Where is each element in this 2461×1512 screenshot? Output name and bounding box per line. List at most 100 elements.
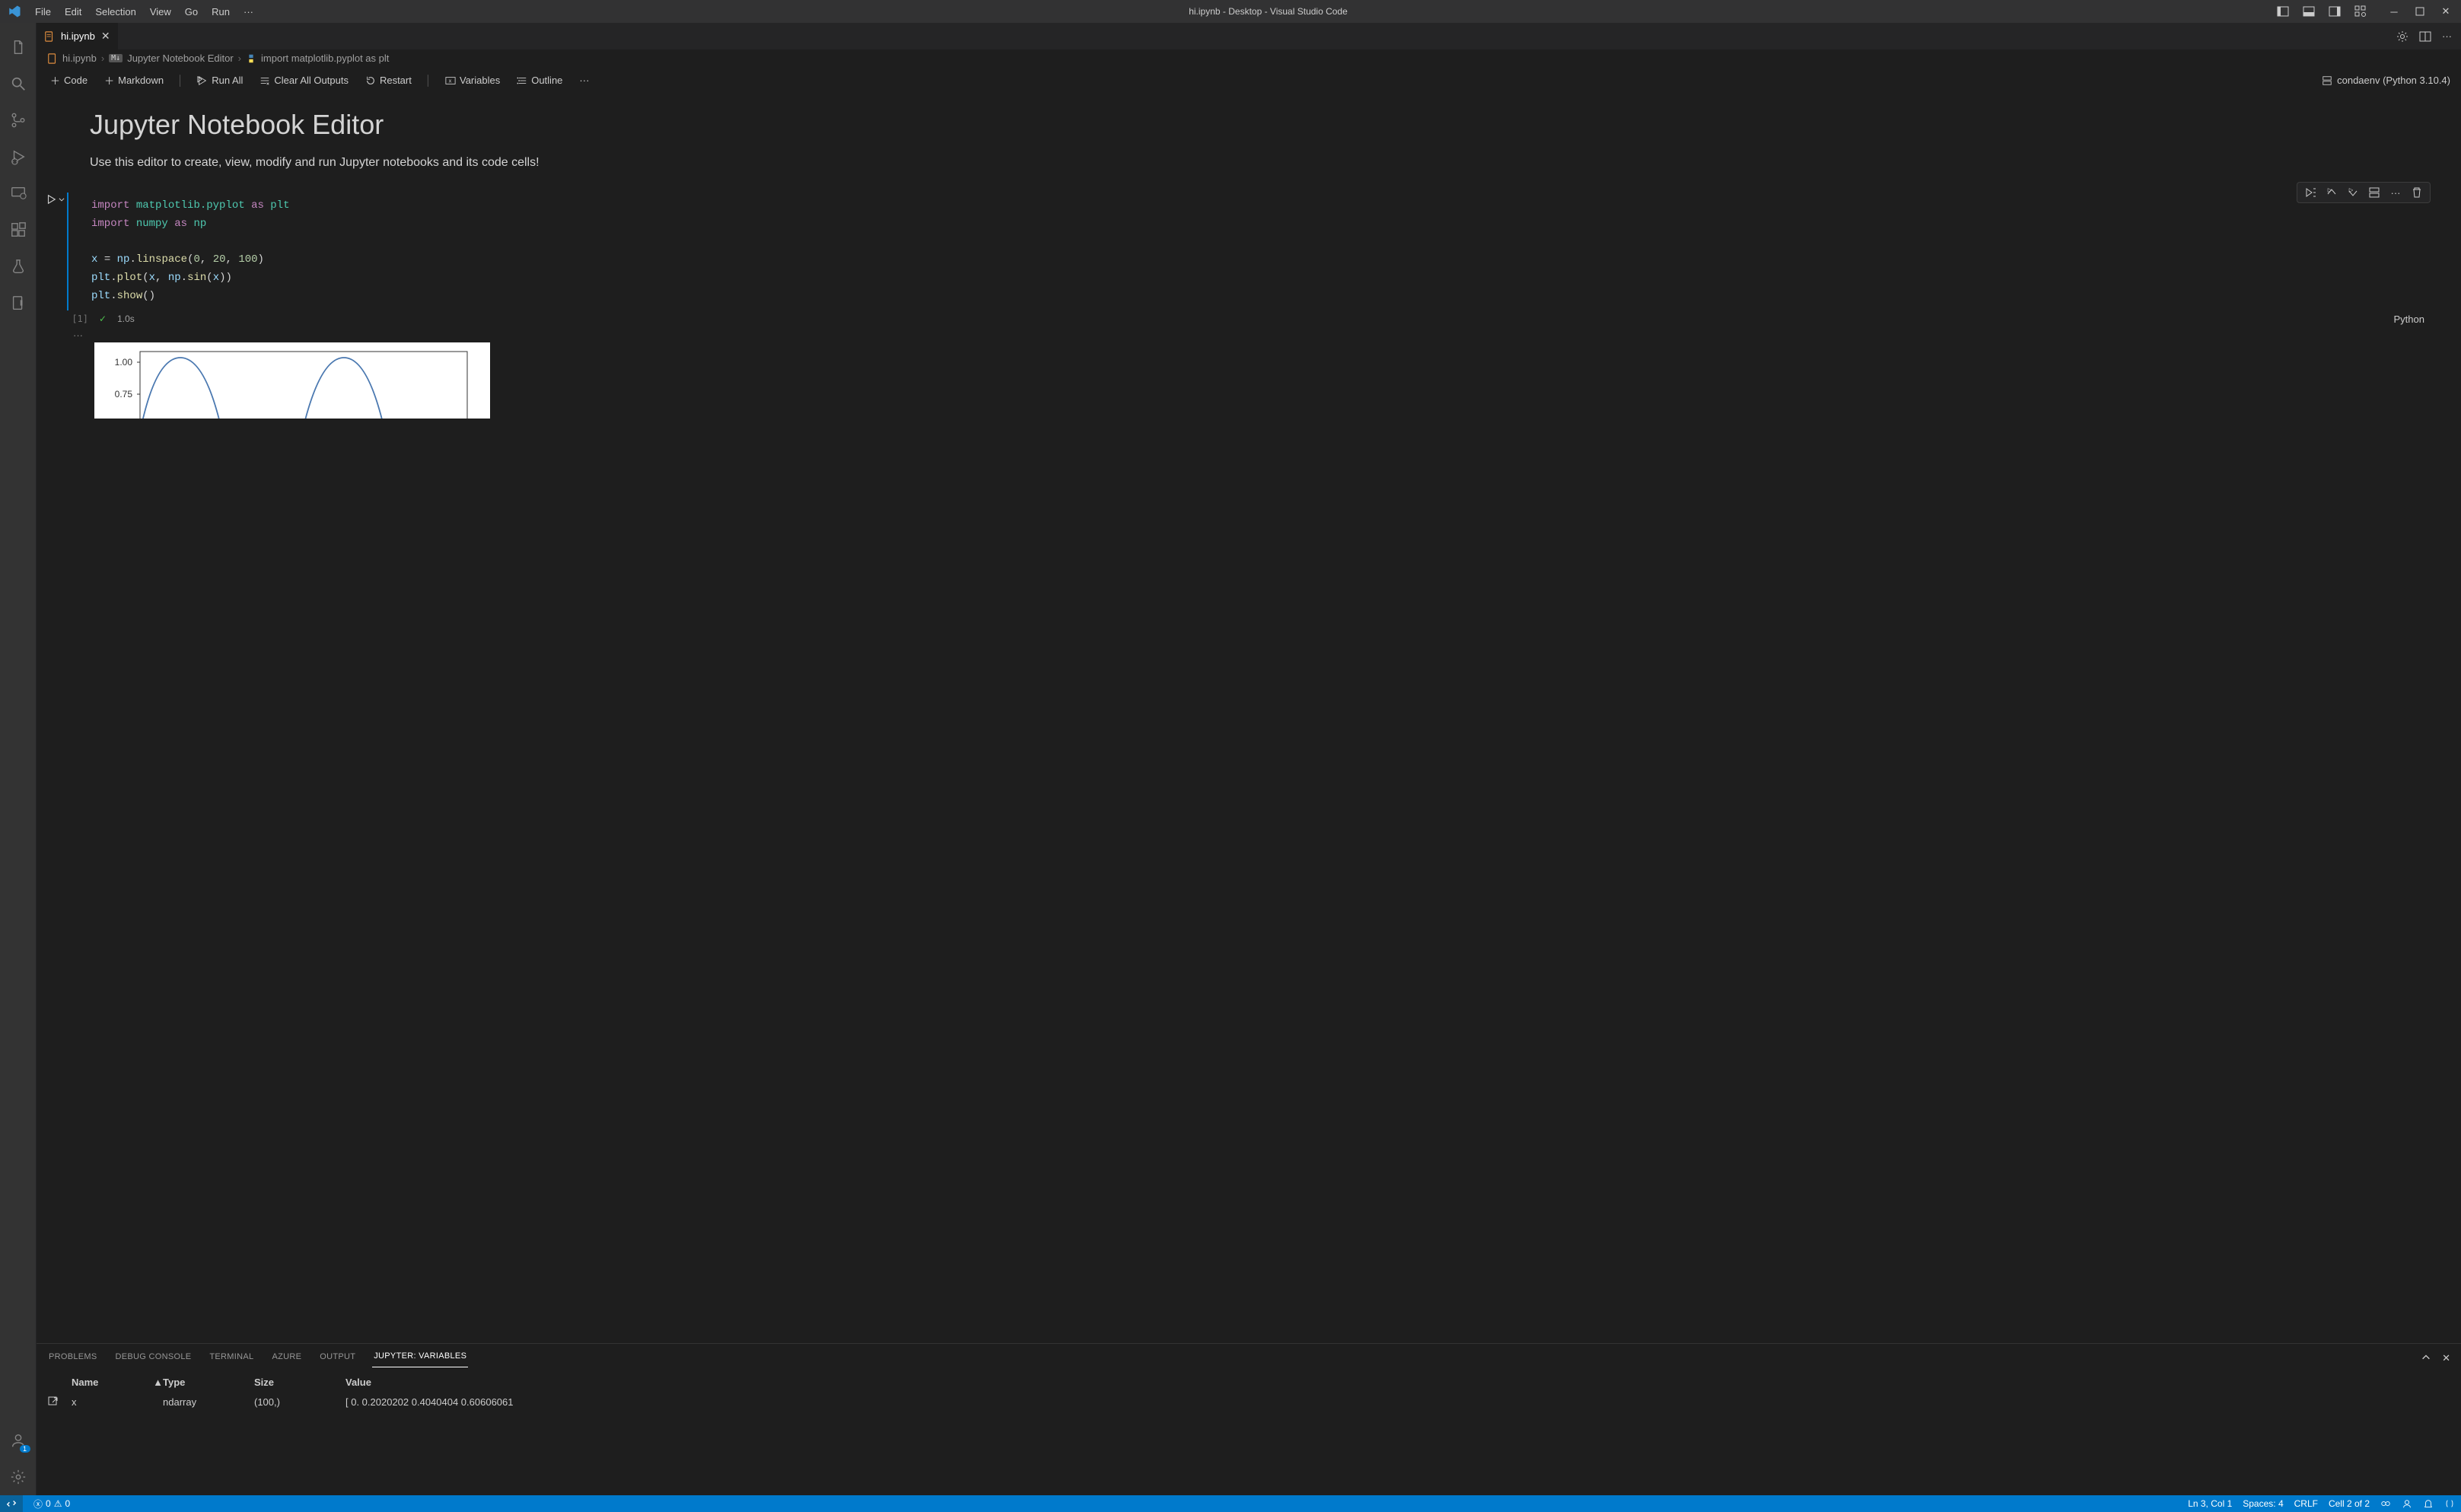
panel-tab-problems[interactable]: PROBLEMS <box>47 1349 99 1367</box>
execute-above-icon[interactable] <box>2325 186 2338 199</box>
jupyter-icon[interactable] <box>0 285 37 321</box>
split-cell-icon[interactable] <box>2367 186 2381 199</box>
chevron-down-icon[interactable] <box>58 196 65 203</box>
notifications-bell-icon[interactable] <box>2423 1498 2434 1509</box>
run-debug-icon[interactable] <box>0 138 37 175</box>
var-type: ndarray <box>163 1396 254 1408</box>
layout-sidebar-right-icon[interactable] <box>2329 5 2341 18</box>
cell-run-button[interactable] <box>46 194 65 205</box>
breadcrumb[interactable]: hi.ipynb › M↓ Jupyter Notebook Editor › … <box>37 49 2461 67</box>
add-code-cell-button[interactable]: ＋ Code <box>47 72 91 89</box>
vscode-logo-icon <box>6 3 23 20</box>
menu-view[interactable]: View <box>144 3 177 21</box>
cell-toolbar: ··· <box>2297 182 2431 203</box>
column-size[interactable]: Size <box>254 1377 345 1388</box>
panel-maximize-icon[interactable] <box>2421 1352 2431 1364</box>
search-icon[interactable] <box>0 65 37 102</box>
add-markdown-cell-button[interactable]: ＋ Markdown <box>101 72 167 89</box>
run-all-icon <box>197 75 208 86</box>
execute-below-icon[interactable] <box>2346 186 2360 199</box>
cell-more-icon[interactable]: ··· <box>2389 186 2402 199</box>
panel-tab-jupyter-variables[interactable]: JUPYTER: VARIABLES <box>372 1348 468 1367</box>
menu-selection[interactable]: Selection <box>89 3 142 21</box>
window-close-icon[interactable]: ✕ <box>2440 5 2452 18</box>
layout-sidebar-left-icon[interactable] <box>2277 5 2289 18</box>
panel-tab-azure[interactable]: AZURE <box>270 1349 303 1367</box>
code-editor[interactable]: import matplotlib.pyplot as plt import n… <box>67 193 2431 310</box>
testing-icon[interactable] <box>0 248 37 285</box>
column-name[interactable]: Name ▲ <box>72 1377 163 1388</box>
settings-gear-icon[interactable] <box>0 1459 37 1495</box>
restart-kernel-button[interactable]: Restart <box>362 73 415 88</box>
table-row[interactable]: x ndarray (100,) [ 0. 0.2020202 0.404040… <box>47 1393 2450 1411</box>
cell-language[interactable]: Python <box>2394 314 2424 325</box>
run-all-button[interactable]: Run All <box>194 73 246 88</box>
extensions-icon[interactable] <box>0 212 37 248</box>
output-menu-icon[interactable]: ··· <box>67 328 2431 342</box>
variables-table: Name ▲ Type Size Value x ndarray (100,) … <box>37 1367 2461 1415</box>
menu-file[interactable]: File <box>29 3 57 21</box>
copilot-icon[interactable] <box>2380 1498 2391 1509</box>
sort-asc-icon[interactable]: ▲ <box>153 1377 163 1388</box>
menu-run[interactable]: Run <box>205 3 236 21</box>
open-variable-icon[interactable] <box>47 1396 72 1408</box>
window-maximize-icon[interactable] <box>2414 5 2426 18</box>
panel-tab-output[interactable]: OUTPUT <box>318 1349 357 1367</box>
remote-explorer-icon[interactable] <box>0 175 37 212</box>
indentation-status[interactable]: Spaces: 4 <box>2243 1498 2283 1509</box>
column-value[interactable]: Value <box>345 1377 2450 1388</box>
svg-text:1.00: 1.00 <box>115 357 133 368</box>
accounts-icon[interactable]: 1 <box>0 1422 37 1459</box>
python-icon <box>246 53 256 64</box>
split-editor-icon[interactable] <box>2419 30 2431 43</box>
kernel-selector[interactable]: condaenv (Python 3.10.4) <box>2337 75 2450 86</box>
clear-outputs-button[interactable]: Clear All Outputs <box>256 73 352 88</box>
feedback-icon[interactable] <box>2402 1498 2412 1509</box>
panel-close-icon[interactable]: ✕ <box>2442 1352 2450 1364</box>
toolbar-more-icon[interactable]: ··· <box>576 73 592 88</box>
var-value: [ 0. 0.2020202 0.4040404 0.60606061 <box>345 1396 2450 1408</box>
delete-cell-icon[interactable] <box>2410 186 2424 199</box>
breadcrumb-separator: › <box>238 53 241 64</box>
run-by-line-icon[interactable] <box>2303 186 2317 199</box>
window-minimize-icon[interactable]: ─ <box>2388 5 2400 18</box>
breadcrumb-symbol[interactable]: import matplotlib.pyplot as plt <box>261 53 389 64</box>
code-cell[interactable]: ··· import matplotlib.pyplot as plt impo… <box>67 193 2431 419</box>
menu-edit[interactable]: Edit <box>59 3 88 21</box>
accounts-badge: 1 <box>20 1445 30 1453</box>
notebook-editor: Jupyter Notebook Editor Use this editor … <box>37 94 2461 1343</box>
breadcrumb-separator: › <box>101 53 104 64</box>
cell-position[interactable]: Cell 2 of 2 <box>2329 1498 2370 1509</box>
menu-more-icon[interactable]: ··· <box>237 3 259 21</box>
breadcrumb-editor[interactable]: Jupyter Notebook Editor <box>127 53 233 64</box>
notebook-file-icon <box>44 31 55 42</box>
tab-more-icon[interactable]: ··· <box>2442 30 2452 43</box>
menu-go[interactable]: Go <box>179 3 204 21</box>
editor-tab[interactable]: hi.ipynb ✕ <box>37 23 119 49</box>
layout-panel-icon[interactable] <box>2303 5 2315 18</box>
panel-tabs: PROBLEMS DEBUG CONSOLE TERMINAL AZURE OU… <box>37 1344 2461 1367</box>
notebook-settings-icon[interactable] <box>2396 30 2408 43</box>
column-type[interactable]: Type <box>163 1377 254 1388</box>
panel-tab-debug-console[interactable]: DEBUG CONSOLE <box>114 1349 193 1367</box>
problems-status[interactable]: ⓧ0 ⚠0 <box>33 1498 70 1510</box>
cell-status-bar: [1] ✓ 1.0s Python <box>67 310 2431 328</box>
svg-text:x: x <box>448 78 451 84</box>
svg-text:0.75: 0.75 <box>115 389 133 399</box>
source-control-icon[interactable] <box>0 102 37 138</box>
panel-tab-terminal[interactable]: TERMINAL <box>208 1349 255 1367</box>
explorer-icon[interactable] <box>0 29 37 65</box>
tab-filename: hi.ipynb <box>61 30 95 42</box>
eol-status[interactable]: CRLF <box>2294 1498 2318 1509</box>
breadcrumb-file[interactable]: hi.ipynb <box>62 53 97 64</box>
tab-close-icon[interactable]: ✕ <box>101 30 110 43</box>
jupyter-server-icon[interactable] <box>2444 1498 2455 1509</box>
customize-layout-icon[interactable] <box>2354 5 2367 18</box>
execution-count: [1] <box>67 314 88 324</box>
remote-indicator[interactable] <box>0 1495 23 1512</box>
cursor-position[interactable]: Ln 3, Col 1 <box>2188 1498 2232 1509</box>
variables-button[interactable]: x Variables <box>442 73 503 88</box>
titlebar: File Edit Selection View Go Run ··· hi.i… <box>0 0 2461 23</box>
outline-button[interactable]: Outline <box>514 73 565 88</box>
error-icon: ⓧ <box>33 1498 43 1510</box>
